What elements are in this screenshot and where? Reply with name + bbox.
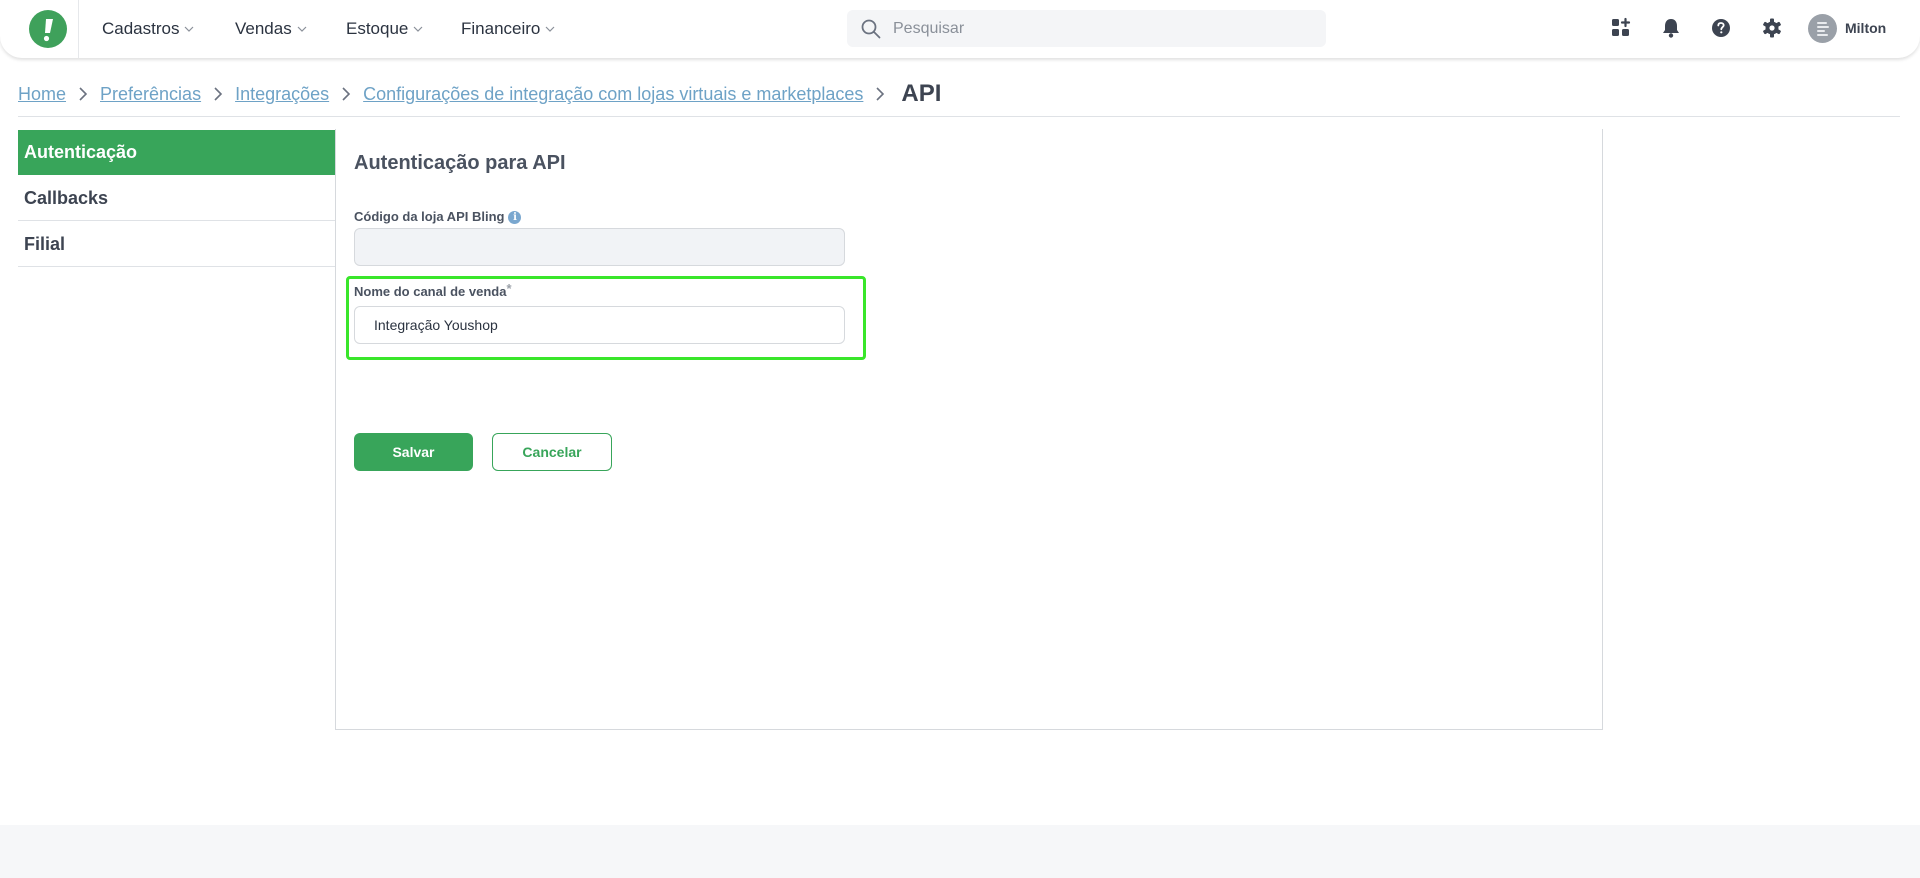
nav-financeiro[interactable]: Financeiro bbox=[461, 19, 555, 39]
chevron-right-icon bbox=[876, 87, 885, 101]
apps-grid-icon[interactable] bbox=[1610, 17, 1632, 39]
avatar[interactable] bbox=[1808, 14, 1837, 43]
gear-icon[interactable] bbox=[1761, 17, 1783, 39]
sidebar-item-autenticacao[interactable]: Autenticação bbox=[18, 130, 335, 175]
chevron-right-icon bbox=[214, 87, 223, 101]
nav-label: Vendas bbox=[235, 19, 292, 38]
channel-name-label: Nome do canal de venda* bbox=[354, 281, 512, 299]
store-code-label-text: Código da loja API Bling bbox=[354, 209, 505, 224]
chevron-right-icon bbox=[342, 87, 351, 101]
breadcrumb-configuracoes[interactable]: Configurações de integração com lojas vi… bbox=[363, 84, 863, 105]
section-title: Autenticação para API bbox=[354, 152, 566, 174]
search-icon bbox=[861, 19, 881, 39]
breadcrumb: Home Preferências Integrações Configuraç… bbox=[18, 80, 941, 108]
main-panel: Autenticação para API Código da loja API… bbox=[335, 129, 1603, 730]
store-code-label: Código da loja API Bling i bbox=[354, 209, 522, 225]
chevron-down-icon bbox=[413, 26, 423, 32]
breadcrumb-preferencias[interactable]: Preferências bbox=[100, 84, 201, 105]
breadcrumb-home[interactable]: Home bbox=[18, 84, 66, 105]
user-name[interactable]: Milton bbox=[1845, 20, 1886, 36]
logo-divider bbox=[78, 0, 79, 58]
top-navbar: Cadastros Vendas Estoque Financeiro Pesq… bbox=[0, 0, 1920, 58]
search-input[interactable] bbox=[893, 10, 1313, 47]
nav-vendas[interactable]: Vendas bbox=[235, 19, 307, 39]
bling-logo-icon[interactable] bbox=[29, 10, 67, 48]
nav-label: Estoque bbox=[346, 19, 409, 38]
page-title: API bbox=[901, 80, 942, 107]
nav-estoque[interactable]: Estoque bbox=[346, 19, 423, 39]
nav-cadastros[interactable]: Cadastros bbox=[102, 19, 194, 39]
settings-sidebar: Autenticação Callbacks Filial bbox=[18, 130, 335, 267]
global-search bbox=[847, 10, 1326, 47]
chevron-right-icon bbox=[79, 87, 88, 101]
chevron-down-icon bbox=[545, 26, 555, 32]
sidebar-item-filial[interactable]: Filial bbox=[18, 221, 335, 267]
breadcrumb-divider bbox=[18, 116, 1900, 117]
chevron-down-icon bbox=[297, 26, 307, 32]
nav-label: Cadastros bbox=[102, 19, 180, 38]
chevron-down-icon bbox=[185, 26, 194, 32]
info-icon[interactable]: i bbox=[508, 211, 522, 225]
footer-bar bbox=[0, 825, 1920, 878]
cancel-button[interactable]: Cancelar bbox=[492, 433, 612, 471]
store-code-field[interactable] bbox=[354, 228, 845, 266]
help-icon[interactable] bbox=[1710, 17, 1732, 39]
channel-name-field[interactable] bbox=[354, 306, 845, 344]
channel-name-label-text: Nome do canal de venda bbox=[354, 284, 507, 299]
breadcrumb-integracoes[interactable]: Integrações bbox=[235, 84, 329, 105]
sidebar-item-callbacks[interactable]: Callbacks bbox=[18, 175, 335, 221]
required-asterisk: * bbox=[506, 281, 512, 296]
nav-label: Financeiro bbox=[461, 19, 541, 38]
bell-icon[interactable] bbox=[1660, 17, 1682, 39]
save-button[interactable]: Salvar bbox=[354, 433, 473, 471]
